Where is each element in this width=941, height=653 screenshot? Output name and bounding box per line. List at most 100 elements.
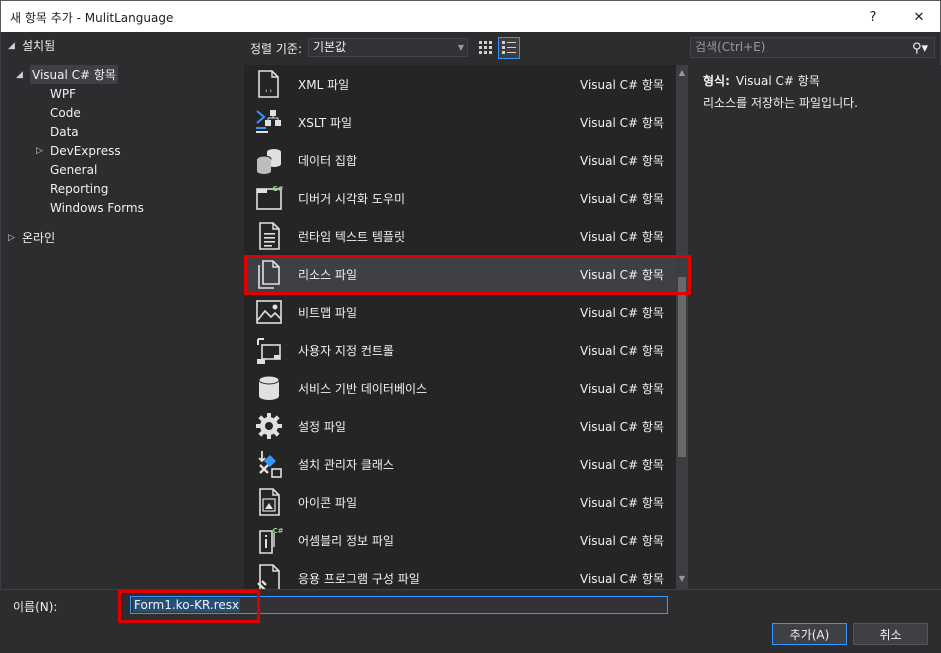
name-label: 이름(N): xyxy=(13,600,58,614)
tree-node-label: 설치됨 xyxy=(22,39,56,53)
installer-class-icon xyxy=(258,451,282,478)
xml-file-icon: ‹› xyxy=(258,70,279,98)
assembly-info-icon: C# xyxy=(259,527,284,554)
tree-node-label: Visual C# 항목 xyxy=(30,65,118,84)
annotation-highlight-name-field xyxy=(118,590,260,623)
tree-node-general[interactable]: General xyxy=(50,160,97,179)
item-name: 어셈블리 정보 파일 xyxy=(298,534,394,548)
item-name: 설정 파일 xyxy=(298,420,346,434)
tree-node-windows-forms[interactable]: Windows Forms xyxy=(50,198,144,217)
tree-node-installed[interactable]: ◢ 설치됨 xyxy=(8,36,55,55)
category-tree: ◢ 설치됨 ◢ Visual C# 항목 WPF Code Data ▷ Dev… xyxy=(0,34,244,589)
svg-text:‹›: ‹› xyxy=(264,87,272,95)
tree-node-label: Reporting xyxy=(50,181,109,196)
list-item-xslt[interactable]: XSLT 파일 Visual C# 항목 xyxy=(244,103,676,141)
sort-label: 정렬 기준: xyxy=(250,42,303,56)
item-category: Visual C# 항목 xyxy=(580,496,664,510)
item-category: Visual C# 항목 xyxy=(580,192,664,206)
custom-control-icon xyxy=(257,338,281,364)
scrollbar-thumb[interactable] xyxy=(678,277,686,457)
icon-file-icon xyxy=(259,488,280,516)
tree-node-devexpress[interactable]: ▷ DevExpress xyxy=(36,141,121,160)
list-item-settings-file[interactable]: 설정 파일 Visual C# 항목 xyxy=(244,407,676,445)
dataset-icon xyxy=(256,149,281,174)
item-name: 사용자 지정 컨트롤 xyxy=(298,344,394,358)
close-button[interactable]: ✕ xyxy=(896,1,941,33)
tree-node-code[interactable]: Code xyxy=(50,103,81,122)
tree-node-label: 온라인 xyxy=(22,231,56,245)
item-category: Visual C# 항목 xyxy=(580,382,664,396)
tree-node-label: WPF xyxy=(50,86,77,101)
list-item-custom-control[interactable]: 사용자 지정 컨트롤 Visual C# 항목 xyxy=(244,331,676,369)
list-view-icon xyxy=(502,41,516,54)
item-name: 디버거 시각화 도우미 xyxy=(298,192,405,206)
search-icon[interactable]: ⚲▾ xyxy=(912,39,928,58)
list-item-dataset[interactable]: 데이터 집합 Visual C# 항목 xyxy=(244,141,676,179)
item-category: Visual C# 항목 xyxy=(580,306,664,320)
expand-arrow-icon[interactable]: ▷ xyxy=(8,233,22,243)
annotation-highlight-selected-item xyxy=(244,255,691,295)
list-view-button[interactable] xyxy=(498,37,520,59)
list-item-icon-file[interactable]: 아이콘 파일 Visual C# 항목 xyxy=(244,483,676,521)
item-name: 서비스 기반 데이터베이스 xyxy=(298,382,428,396)
scroll-up-icon[interactable]: ▲ xyxy=(676,68,688,80)
chevron-down-icon: ▼ xyxy=(457,43,464,52)
database-icon xyxy=(258,375,280,400)
tree-node-reporting[interactable]: Reporting xyxy=(50,179,108,198)
collapse-arrow-icon[interactable]: ◢ xyxy=(8,41,22,51)
tree-node-label: Code xyxy=(50,105,81,120)
details-description: 리소스를 저장하는 파일입니다. xyxy=(703,96,858,110)
item-name: 비트맵 파일 xyxy=(298,306,358,320)
window-title: 새 항목 추가 - MulitLanguage xyxy=(10,11,174,25)
tree-node-label: Data xyxy=(50,124,79,139)
settings-file-icon xyxy=(256,413,282,439)
item-category: Visual C# 항목 xyxy=(580,154,664,168)
item-category: Visual C# 항목 xyxy=(580,344,664,358)
tree-node-visual-cs[interactable]: ◢ Visual C# 항목 xyxy=(16,65,118,84)
app-config-icon xyxy=(257,564,280,589)
debugger-visualizer-icon: C# xyxy=(256,185,284,210)
collapse-arrow-icon[interactable]: ◢ xyxy=(16,70,30,80)
add-button[interactable]: 추가(A) xyxy=(772,623,847,645)
list-item-installer-class[interactable]: 설치 관리자 클래스 Visual C# 항목 xyxy=(244,445,676,483)
bitmap-file-icon xyxy=(256,300,282,324)
list-item-bitmap[interactable]: 비트맵 파일 Visual C# 항목 xyxy=(244,293,676,331)
details-panel: 형식: Visual C# 항목 리소스를 저장하는 파일입니다. xyxy=(692,65,941,589)
tree-node-wpf[interactable]: WPF xyxy=(50,84,76,103)
search-input[interactable]: 검색(Ctrl+E) ⚲▾ xyxy=(690,37,935,58)
expand-arrow-icon[interactable]: ▷ xyxy=(36,146,50,156)
tree-node-label: Windows Forms xyxy=(50,200,144,215)
list-item-debugger-visualizer[interactable]: C# 디버거 시각화 도우미 Visual C# 항목 xyxy=(244,179,676,217)
item-name: 설치 관리자 클래스 xyxy=(298,458,394,472)
list-item-app-config[interactable]: 응용 프로그램 구성 파일 Visual C# 항목 xyxy=(244,559,676,589)
item-name: 데이터 집합 xyxy=(298,154,358,168)
svg-text:C#: C# xyxy=(272,527,283,535)
tree-node-label: General xyxy=(50,162,98,177)
title-bar: 새 항목 추가 - MulitLanguage ? ✕ xyxy=(0,0,941,32)
item-category: Visual C# 항목 xyxy=(580,458,664,472)
item-category: Visual C# 항목 xyxy=(580,116,664,130)
tree-node-data[interactable]: Data xyxy=(50,122,79,141)
list-item-xml[interactable]: ‹› XML 파일 Visual C# 항목 xyxy=(244,65,676,103)
details-type-row: 형식: Visual C# 항목 xyxy=(703,72,820,89)
item-name: 아이콘 파일 xyxy=(298,496,358,510)
help-button[interactable]: ? xyxy=(850,1,896,33)
item-category: Visual C# 항목 xyxy=(580,534,664,548)
tree-node-online[interactable]: ▷ 온라인 xyxy=(8,228,55,247)
grid-view-button[interactable] xyxy=(475,37,497,59)
scroll-down-icon[interactable]: ▼ xyxy=(676,574,688,586)
list-scrollbar[interactable]: ▲ ▼ xyxy=(676,65,688,589)
list-item-database[interactable]: 서비스 기반 데이터베이스 Visual C# 항목 xyxy=(244,369,676,407)
text-template-icon xyxy=(259,222,280,250)
item-name: XSLT 파일 xyxy=(298,116,353,130)
list-item-text-template[interactable]: 런타임 텍스트 템플릿 Visual C# 항목 xyxy=(244,217,676,255)
sort-dropdown[interactable]: 기본값 ▼ xyxy=(308,38,468,57)
grid-view-icon xyxy=(479,41,492,54)
cancel-button[interactable]: 취소 xyxy=(853,623,928,645)
svg-text:C#: C# xyxy=(272,185,283,193)
list-item-assembly-info[interactable]: C# 어셈블리 정보 파일 Visual C# 항목 xyxy=(244,521,676,559)
item-name: XML 파일 xyxy=(298,78,350,92)
item-name: 응용 프로그램 구성 파일 xyxy=(298,572,420,586)
sort-value: 기본값 xyxy=(313,40,347,54)
item-category: Visual C# 항목 xyxy=(580,420,664,434)
